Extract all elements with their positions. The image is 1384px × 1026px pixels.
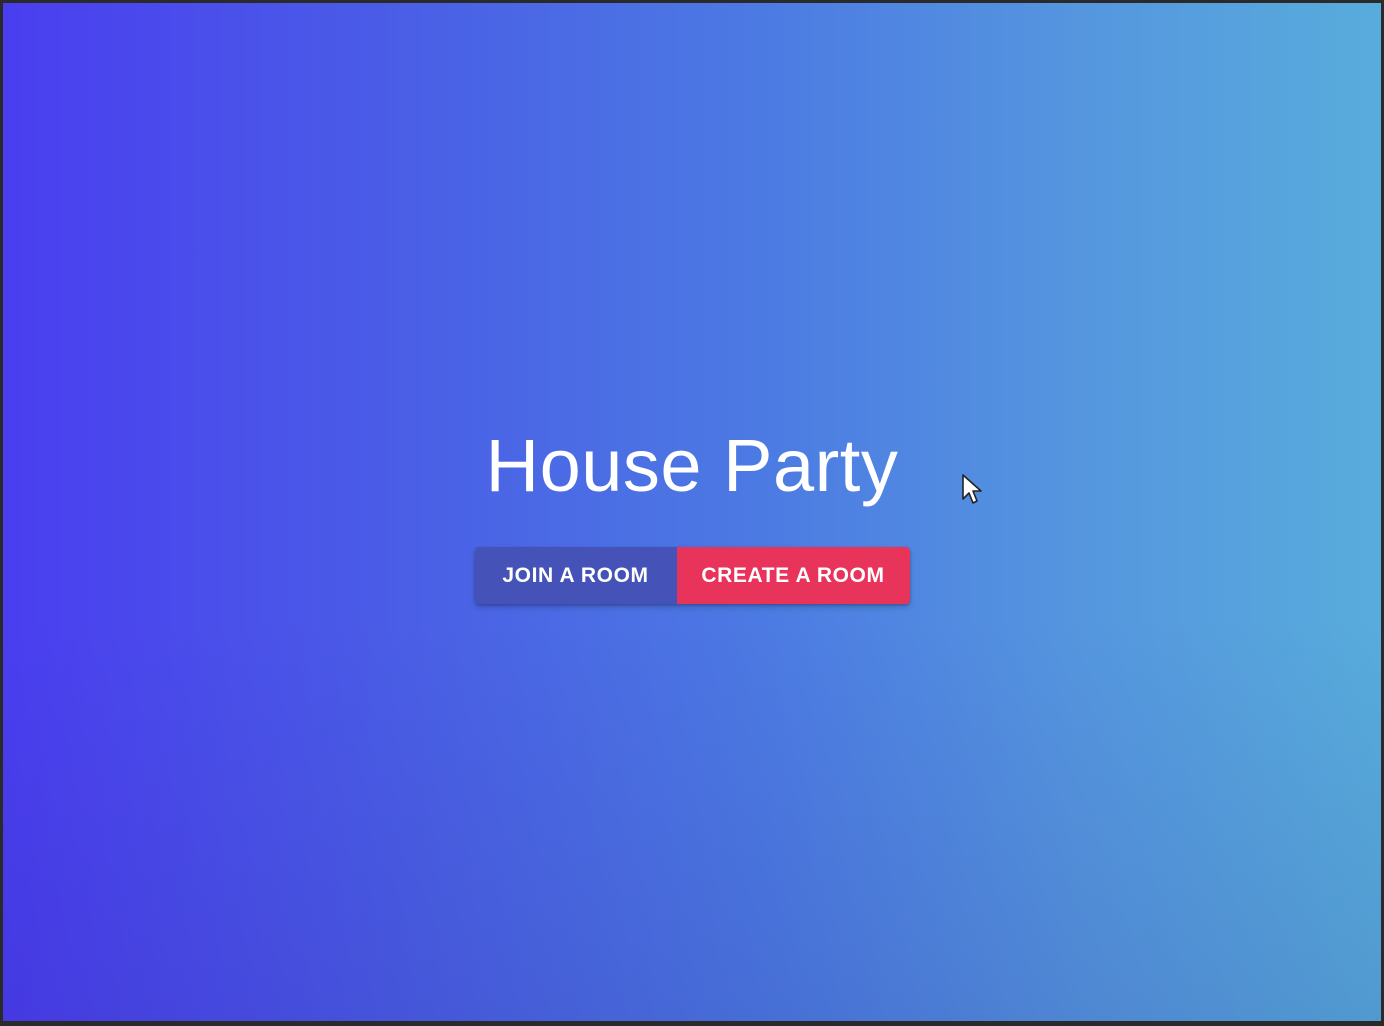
home-panel: House Party JOIN A ROOM CREATE A ROOM: [3, 418, 1381, 604]
mouse-pointer-icon: [962, 474, 982, 504]
create-room-button[interactable]: CREATE A ROOM: [676, 547, 910, 604]
app-window: House Party JOIN A ROOM CREATE A ROOM: [3, 3, 1381, 1021]
room-button-group: JOIN A ROOM CREATE A ROOM: [474, 547, 910, 604]
page-title: House Party: [485, 424, 899, 507]
join-room-button[interactable]: JOIN A ROOM: [474, 547, 677, 604]
